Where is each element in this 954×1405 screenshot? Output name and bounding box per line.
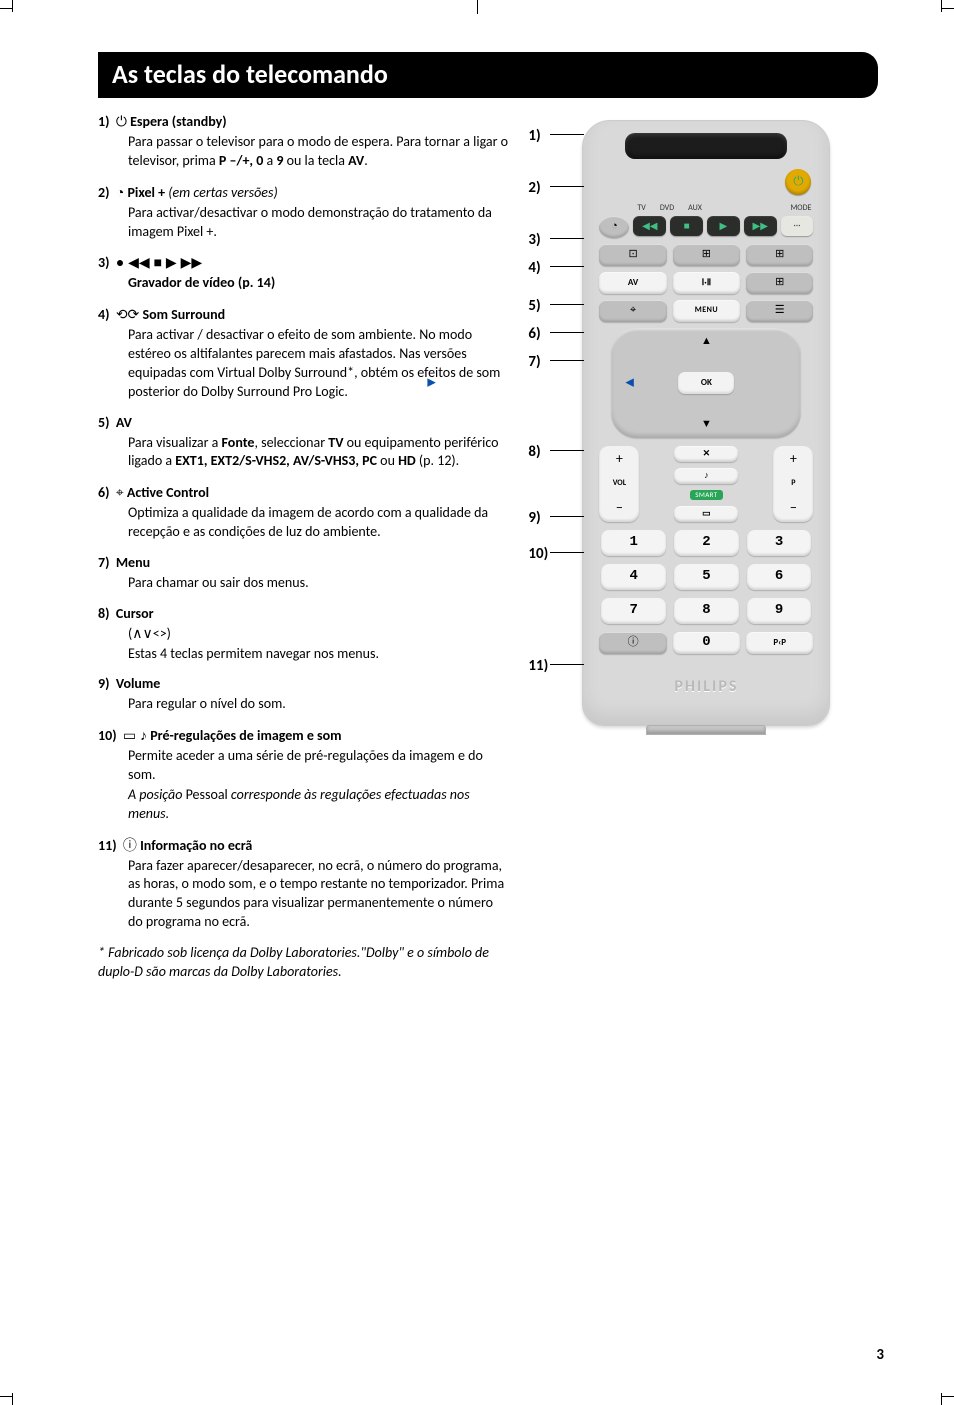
crop-mark (12, 1393, 13, 1405)
row1-mid: ⊞ (673, 244, 740, 266)
callout-11: 11) (528, 656, 548, 676)
pixel-plus-icon: ◔ (599, 216, 629, 238)
right-column: 1)2)3)4)5)6)7)8)9)10)11) ⏻ TV DVD AUX MO… (540, 112, 884, 982)
digit-6: 6 (747, 564, 812, 590)
av-button: AV (599, 272, 666, 294)
remote-hinge (646, 725, 766, 735)
mute-icon: ✕ (674, 446, 738, 462)
prev-prog-button: P‹P (746, 632, 813, 654)
menu-button: MENU (673, 300, 740, 322)
crop-mark (942, 1396, 954, 1397)
callout-5: 5) (528, 296, 540, 316)
page: As teclas do telecomando 1) ⏻ Espera (st… (0, 0, 954, 1022)
instruction-item: 11) ⓘ Informação no ecrãPara fazer apare… (98, 836, 508, 932)
picture-preset-icon: ▭ (674, 506, 738, 522)
digit-7: 7 (601, 598, 666, 624)
remote-diagram: 1)2)3)4)5)6)7)8)9)10)11) ⏻ TV DVD AUX MO… (582, 120, 884, 726)
row2-right: ⊞ (746, 272, 813, 294)
digit-2: 2 (674, 530, 739, 556)
instruction-item: 6) ⌖ Active ControlOptimiza a qualidade … (98, 483, 508, 542)
minus-icon: − (616, 499, 623, 518)
arrow-right-icon: ▶ (427, 375, 787, 390)
vol-p-cluster: + VOL − ✕ ♪ SMART ▭ + P (595, 446, 817, 522)
program-rocker: + P − (773, 446, 813, 522)
callout-8: 8) (528, 442, 540, 462)
instruction-item: 10) ▭ ♪ Pré-regulações de imagem e somPe… (98, 726, 508, 823)
active-control-icon: ⌖ (599, 300, 666, 322)
callout-1: 1) (528, 126, 540, 146)
crop-mark (942, 8, 954, 9)
digit-1: 1 (601, 530, 666, 556)
p-label: P (791, 478, 795, 489)
crop-mark (941, 1393, 942, 1405)
digit-4: 4 (601, 564, 666, 590)
mode-label-aux: AUX (688, 203, 702, 214)
page-title: As teclas do telecomando (98, 52, 878, 98)
mode-label-dvd: DVD (660, 203, 674, 214)
columns: 1) ⏻ Espera (standby)Para passar o telev… (98, 112, 884, 982)
list-icon: ☰ (746, 300, 813, 322)
instruction-item: 8) Cursor(∧∨<>)Estas 4 teclas permitem n… (98, 605, 508, 664)
crop-mark (12, 0, 13, 12)
callout-9: 9) (528, 508, 540, 528)
brand-label: PHILIPS (595, 676, 817, 698)
instruction-item: 2) ◔ Pixel + (em certas versões)Para act… (98, 183, 508, 242)
instruction-item: 9) VolumePara regular o nível do som. (98, 675, 508, 714)
callout-2: 2) (528, 178, 540, 198)
callout-3: 3) (528, 230, 540, 250)
row-2: AV Ⅰ·Ⅱ ⊞ (595, 272, 817, 294)
play-icon: ▶ (707, 216, 740, 236)
row1-right: ⊞ (746, 244, 813, 266)
callout-7: 7) (528, 352, 540, 372)
smart-label: SMART (690, 490, 722, 499)
volume-rocker: + VOL − (599, 446, 639, 522)
nav-pad: ▲ ▼ ◀ ▶ OK (611, 328, 801, 438)
bottom-row: ⓘ 0 P‹P (595, 632, 817, 654)
left-column: 1) ⏻ Espera (standby)Para passar o telev… (98, 112, 508, 982)
rewind-icon: ◀◀ (633, 216, 666, 236)
footnote: * Fabricado sob licença da Dolby Laborat… (98, 944, 508, 982)
mode-button: ⋯ (781, 216, 814, 236)
page-number: 3 (876, 1345, 884, 1365)
number-pad: 123 456 789 (595, 530, 817, 624)
stop-icon: ■ (670, 216, 703, 236)
instruction-item: 7) MenuPara chamar ou sair dos menus. (98, 554, 508, 593)
arrow-up-icon: ▲ (701, 334, 712, 349)
callout-10: 10) (528, 544, 548, 564)
mode-label-mode: MODE (790, 203, 811, 214)
sound-mode-button: Ⅰ·Ⅱ (673, 272, 740, 294)
crop-mark (477, 0, 478, 14)
row-1: ⊡ ⊞ ⊞ (595, 244, 817, 266)
sound-preset-icon: ♪ (674, 468, 738, 484)
plus-icon: + (616, 450, 623, 469)
digit-5: 5 (674, 564, 739, 590)
power-icon: ⏻ (785, 169, 811, 195)
ffwd-icon: ▶▶ (744, 216, 777, 236)
arrow-down-icon: ▼ (701, 417, 712, 432)
ir-window (625, 133, 787, 159)
callout-4: 4) (528, 258, 540, 278)
info-icon: ⓘ (599, 632, 666, 654)
instruction-item: 1) ⏻ Espera (standby)Para passar o telev… (98, 112, 508, 171)
remote-body: ⏻ TV DVD AUX MODE ◔ ◀◀ ■ ▶ ▶▶ ⋯ (582, 120, 830, 726)
transport-row: ◔ ◀◀ ■ ▶ ▶▶ ⋯ (595, 216, 817, 238)
crop-mark (0, 8, 12, 9)
crop-mark (0, 1396, 12, 1397)
instruction-item: 3) ● ◀◀ ■ ▶ ▶▶ Gravador de vídeo (p. 14) (98, 253, 508, 293)
mode-labels: TV DVD AUX MODE (637, 203, 817, 214)
digit-8: 8 (674, 598, 739, 624)
mode-label-tv: TV (637, 203, 645, 214)
minus-icon: − (790, 499, 797, 518)
surround-icon: ⊡ (599, 244, 666, 266)
instruction-list: 1) ⏻ Espera (standby)Para passar o telev… (98, 112, 508, 932)
digit-3: 3 (747, 530, 812, 556)
digit-0: 0 (673, 632, 740, 654)
row-3: ⌖ MENU ☰ (595, 300, 817, 322)
plus-icon: + (790, 450, 797, 469)
digit-9: 9 (747, 598, 812, 624)
callout-6: 6) (528, 324, 540, 344)
crop-mark (941, 0, 942, 12)
vol-label: VOL (613, 478, 626, 489)
instruction-item: 5) AVPara visualizar a Fonte, selecciona… (98, 414, 508, 472)
